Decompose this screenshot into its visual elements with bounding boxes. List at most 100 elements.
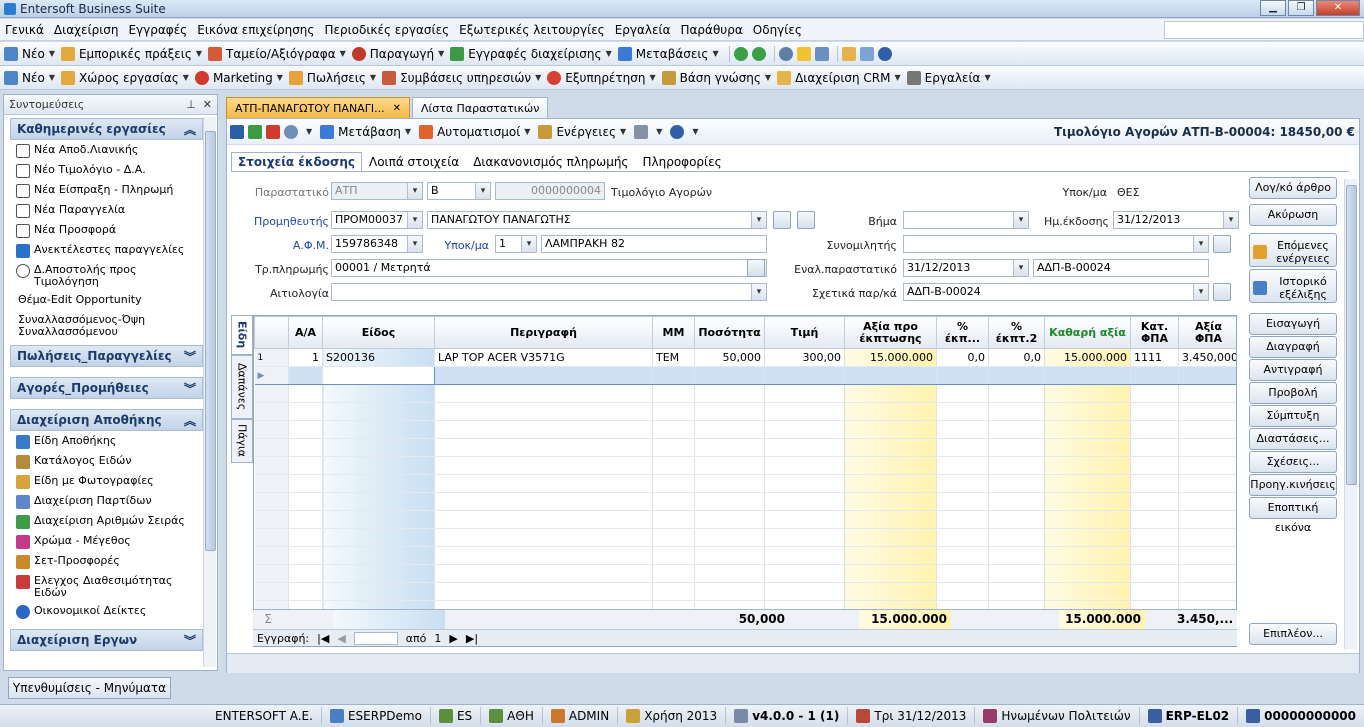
mail-icon[interactable] — [814, 46, 829, 61]
delete-row-button[interactable]: Διαγραφή — [1249, 336, 1337, 358]
tb2-support[interactable]: Εξυπηρέτηση ▼ — [547, 70, 656, 85]
forward-icon[interactable] — [751, 46, 766, 61]
nav-first-button[interactable]: |◀ — [317, 632, 329, 645]
col-line-no[interactable]: Α/Α — [288, 316, 323, 349]
group-sales[interactable]: Πωλήσεις_Παραγγελίες ︾ — [10, 345, 203, 367]
journal-entry-button[interactable]: Λογ/κό άρθρο — [1249, 177, 1337, 199]
sidebar-item[interactable]: Κατάλογος Ειδών — [4, 453, 217, 473]
back-icon[interactable] — [733, 46, 748, 61]
reason-field[interactable] — [331, 283, 767, 301]
sidebar-item[interactable]: Χρώμα - Μέγεθος — [4, 533, 217, 553]
reminders-button[interactable]: Υπενθυμίσεις - Μηνύματα — [8, 677, 171, 699]
pin-icon[interactable]: ⊥ — [186, 98, 196, 111]
copy-button[interactable]: Αντιγραφή — [1249, 359, 1337, 381]
tab-payment-settlement[interactable]: Διακανονισμός πληρωμής — [466, 152, 635, 172]
actions-button[interactable]: Ενέργειες ▼ — [538, 124, 626, 139]
tb2-marketing[interactable]: Marketing ▼ — [194, 70, 283, 85]
vat-id-label[interactable]: Α.Φ.Μ. — [247, 239, 329, 252]
sidebar-item[interactable]: Θέμα-Edit Opportunity — [4, 292, 217, 312]
col-description[interactable]: Περιγραφή — [434, 316, 653, 349]
nav-next-button[interactable]: ▶ — [449, 632, 457, 645]
menu-windows[interactable]: Παράθυρα — [676, 23, 748, 37]
tb1-entries[interactable]: Εγγραφές διαχείρισης ▼ — [450, 46, 612, 61]
col-net-value[interactable]: Καθαρή αξία — [1044, 316, 1131, 349]
menu-external[interactable]: Εξωτερικές λειτουργίες — [454, 23, 610, 37]
col-price[interactable]: Τιμή — [764, 316, 845, 349]
insert-button[interactable]: Εισαγωγή — [1249, 313, 1337, 335]
delete-icon[interactable] — [266, 124, 280, 139]
alt-doc-field[interactable]: ΑΔΠ-Β-00024 — [1033, 259, 1209, 277]
tb1-new[interactable]: Νέο ▼ — [4, 46, 55, 61]
sidebar-item[interactable]: Διαχείριση Αριθμών Σειράς — [4, 513, 217, 533]
book-icon[interactable] — [859, 46, 874, 61]
tb1-trade[interactable]: Εμπορικές πράξεις ▼ — [60, 46, 202, 61]
tb1-transitions[interactable]: Μεταβάσεις ▼ — [617, 46, 719, 61]
sidebar-item[interactable]: Νέα Αποδ.Λιανικής — [4, 142, 217, 162]
sidebar-item[interactable]: Νέο Τιμολόγιο - Δ.Α. — [4, 162, 217, 182]
nav-record-input[interactable] — [353, 631, 398, 645]
panel-scrollbar[interactable] — [1344, 179, 1357, 649]
tab-issue-details[interactable]: Στοιχεία έκδοσης — [231, 152, 362, 172]
minimize-button[interactable]: ▁ — [1260, 0, 1286, 16]
collapse-button[interactable]: Σύμπτυξη — [1249, 405, 1337, 427]
transition-button[interactable]: Μετάβαση ▼ — [320, 124, 411, 139]
tab-documents-list[interactable]: Λίστα Παραστατικών — [411, 97, 549, 118]
related-docs-icon[interactable] — [1213, 283, 1231, 301]
maximize-button[interactable]: ❐ — [1288, 0, 1314, 16]
close-panel-icon[interactable]: ✕ — [203, 98, 212, 111]
menu-help[interactable]: Οδηγίες — [748, 23, 807, 37]
tb1-production[interactable]: Παραγωγή ▼ — [351, 46, 444, 61]
automations-button[interactable]: Αυτοματισμοί ▼ — [419, 124, 530, 139]
tb2-tools[interactable]: Εργαλεία ▼ — [906, 70, 991, 85]
group-purchases[interactable]: Αγορές_Προμήθειες ︾ — [10, 377, 203, 399]
sidebar-item[interactable]: Συναλλασσόμενος-Όψη Συναλλασσόμενου — [4, 312, 217, 342]
doc-type-field[interactable]: ΑΤΠ — [331, 182, 423, 200]
menu-tools[interactable]: Εργαλεία — [610, 23, 676, 37]
tb1-cash[interactable]: Ταμείο/Αξιόγραφα ▼ — [208, 46, 346, 61]
col-unit[interactable]: ΜΜ — [652, 316, 695, 349]
group-warehouse[interactable]: Διαχείριση Αποθήκης ︽ — [10, 409, 203, 431]
related-docs-field[interactable]: ΑΔΠ-Β-00024 — [903, 283, 1209, 301]
sidebar-item[interactable]: Νέα Παραγγελία — [4, 202, 217, 222]
alt-doc-date-field[interactable]: 31/12/2013 — [903, 259, 1029, 277]
supplier-name-field[interactable]: ΠΑΝΑΓΩΤΟΥ ΠΑΝΑΓΩΤΗΣ — [427, 211, 767, 229]
col-discount1[interactable]: % έκπ... — [936, 316, 989, 349]
sidebar-item[interactable]: Διαχείριση Παρτίδων — [4, 493, 217, 513]
contact-field[interactable] — [903, 235, 1209, 253]
sidebar-item[interactable]: Είδη Αποθήκης — [4, 433, 217, 453]
group-projects[interactable]: Διαχείριση Εργων ︾ — [10, 629, 203, 651]
col-quantity[interactable]: Ποσότητα — [694, 316, 765, 349]
folder-icon[interactable] — [841, 46, 856, 61]
relations-button[interactable]: Σχέσεις... — [1249, 451, 1337, 473]
add-contact-icon[interactable] — [1213, 235, 1231, 253]
close-button[interactable]: ✕ — [1316, 0, 1360, 16]
history-button[interactable]: Ιστορικό εξέλιξης — [1249, 269, 1337, 303]
save-new-icon[interactable] — [248, 124, 262, 139]
payment-method-field[interactable]: 00001 / Μετρητά — [331, 259, 767, 277]
cancel-button[interactable]: Ακύρωση — [1249, 204, 1337, 226]
tb2-crm[interactable]: Διαχείριση CRM ▼ — [777, 70, 901, 85]
more-button[interactable]: Επιπλέον... — [1249, 623, 1337, 645]
previous-moves-button[interactable]: Προηγ.κινήσεις — [1249, 474, 1337, 496]
nav-last-button[interactable]: ▶| — [466, 632, 478, 645]
branch2-field[interactable]: 1 — [495, 235, 537, 253]
tb2-sales[interactable]: Πωλήσεις ▼ — [288, 70, 376, 85]
branch2-label[interactable]: Υποκ/μα — [427, 239, 489, 252]
col-gross-value[interactable]: Αξία προ έκπτωσης — [844, 316, 937, 349]
sidebar-item[interactable]: Νέα Είσπραξη - Πληρωμή — [4, 182, 217, 202]
col-discount2[interactable]: % έκπτ.2 — [988, 316, 1045, 349]
menu-management[interactable]: Διαχείριση — [49, 23, 124, 37]
tab-items[interactable]: Είδη — [231, 315, 253, 355]
new-row[interactable]: ▶ — [254, 366, 1236, 385]
dimensions-button[interactable]: Διαστάσεις... — [1249, 428, 1337, 450]
supplier-label[interactable]: Προμηθευτής — [247, 215, 329, 228]
sidebar-item[interactable]: Οικονομικοί Δείκτες — [4, 603, 217, 623]
vat-id-field[interactable]: 159786348 — [331, 235, 423, 253]
col-item[interactable]: Είδος — [322, 316, 435, 349]
help-icon[interactable] — [877, 46, 892, 61]
sidebar-item[interactable]: Σετ-Προσφορές — [4, 553, 217, 573]
series-field[interactable]: Β — [427, 182, 491, 200]
table-row[interactable]: 1 1 S200136 LAP TOP ACER V3571G TEM 50,0… — [254, 348, 1236, 367]
supplier-code-field[interactable]: ΠΡΟΜ00037 — [331, 211, 423, 229]
menu-general[interactable]: Γενικά — [0, 23, 49, 37]
